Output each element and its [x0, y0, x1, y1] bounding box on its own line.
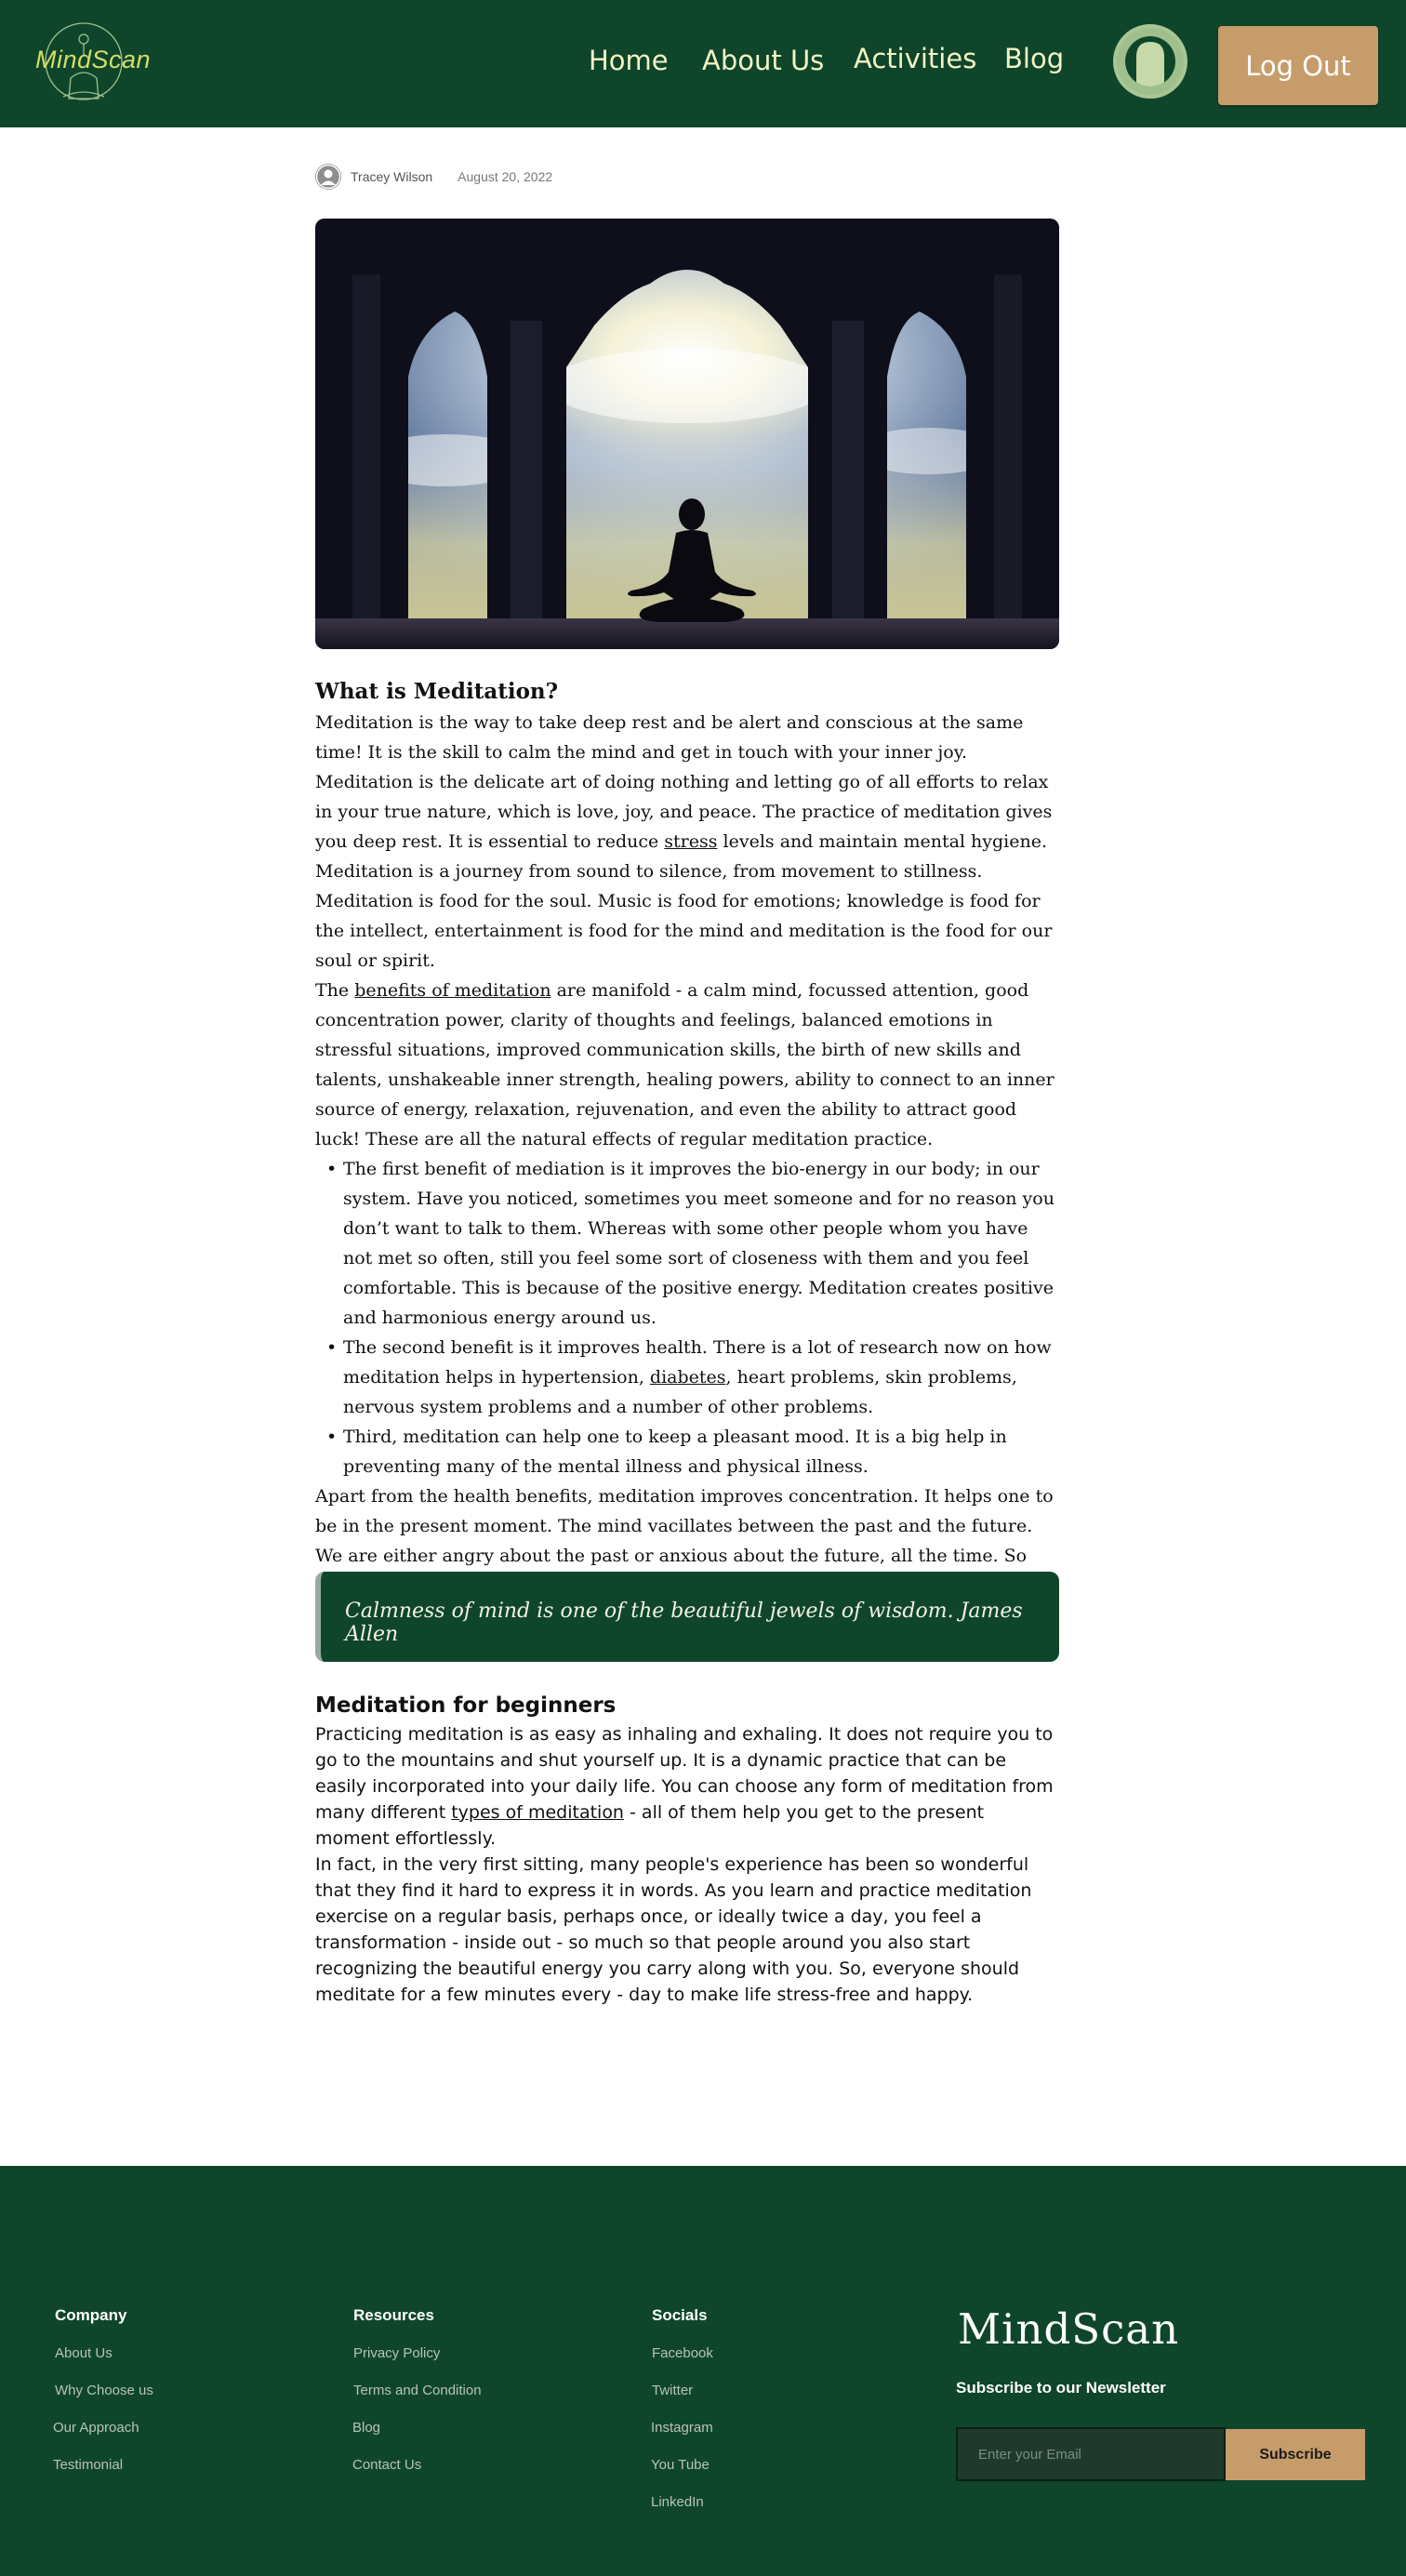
site-footer: [0, 2166, 1406, 2576]
footer-socials-title: Socials: [652, 2306, 708, 2324]
footer-link-facebook[interactable]: Facebook: [652, 2345, 713, 2361]
hero-image: [315, 219, 1059, 649]
post-meta: Tracey Wilson August 20, 2022: [315, 163, 552, 191]
logout-button[interactable]: Log Out: [1218, 26, 1378, 105]
footer-link-contact-us[interactable]: Contact Us: [352, 2457, 421, 2473]
site-header: MindScan Home About Us Activities Blog L…: [0, 0, 1406, 127]
list-item: The first benefit of mediation is it imp…: [323, 1154, 1059, 1333]
quote-text: Calmness of mind is one of the beautiful…: [345, 1600, 1023, 1646]
footer-resources-title: Resources: [353, 2306, 434, 2324]
section-paragraph: In fact, in the very first sitting, many…: [315, 1854, 1032, 2005]
footer-link-youtube[interactable]: You Tube: [651, 2457, 710, 2473]
stress-link[interactable]: stress: [664, 831, 717, 852]
section-heading: Meditation for beginners: [315, 1693, 617, 1718]
benefits-link[interactable]: benefits of meditation: [354, 980, 550, 1001]
footer-link-terms[interactable]: Terms and Condition: [353, 2383, 482, 2398]
footer-link-about-us[interactable]: About Us: [55, 2345, 113, 2361]
newsletter-title: Subscribe to our Newsletter: [956, 2379, 1166, 2397]
footer-company-title: Company: [55, 2306, 127, 2324]
diabetes-link[interactable]: diabetes: [650, 1367, 726, 1388]
nav-about-us[interactable]: About Us: [702, 45, 824, 76]
article-paragraph: Meditation is a journey from sound to si…: [315, 861, 1053, 971]
types-of-meditation-link[interactable]: types of meditation: [451, 1802, 624, 1823]
article-paragraph: The benefits of meditation are manifold …: [315, 980, 1054, 1149]
footer-link-instagram[interactable]: Instagram: [651, 2420, 713, 2436]
footer-brand: MindScan: [958, 2304, 1180, 2354]
article-paragraph: Meditation is the way to take deep rest …: [315, 712, 1053, 852]
article-body: What is Meditation? Meditation is the wa…: [315, 676, 1059, 1630]
footer-link-testimonial[interactable]: Testimonial: [53, 2457, 123, 2473]
footer-link-linkedin[interactable]: LinkedIn: [651, 2494, 704, 2510]
nav-activities[interactable]: Activities: [854, 43, 976, 74]
nav-blog[interactable]: Blog: [1004, 43, 1064, 74]
subscribe-button[interactable]: Subscribe: [1226, 2429, 1365, 2480]
beginners-section: Meditation for beginners Practicing medi…: [315, 1690, 1059, 2008]
list-item: Third, meditation can help one to keep a…: [323, 1422, 1059, 1481]
quote-block: Calmness of mind is one of the beautiful…: [315, 1572, 1059, 1662]
list-item: The second benefit is it improves health…: [323, 1333, 1059, 1422]
author-icon: [315, 164, 341, 190]
user-avatar-icon[interactable]: [1113, 24, 1187, 99]
section-paragraph: Practicing meditation is as easy as inha…: [315, 1724, 1054, 1849]
benefits-list: The first benefit of mediation is it imp…: [323, 1154, 1059, 1481]
footer-link-twitter[interactable]: Twitter: [652, 2383, 693, 2398]
article-heading: What is Meditation?: [315, 679, 559, 704]
post-date: August 20, 2022: [458, 169, 553, 184]
footer-link-our-approach[interactable]: Our Approach: [53, 2420, 139, 2436]
author-name[interactable]: Tracey Wilson: [351, 169, 432, 184]
footer-link-blog[interactable]: Blog: [352, 2420, 380, 2436]
footer-link-why-choose-us[interactable]: Why Choose us: [55, 2383, 153, 2398]
logo-text: MindScan: [35, 46, 152, 73]
footer-link-privacy-policy[interactable]: Privacy Policy: [353, 2345, 440, 2361]
nav-home[interactable]: Home: [589, 45, 669, 76]
newsletter-email-input[interactable]: [956, 2427, 1226, 2481]
